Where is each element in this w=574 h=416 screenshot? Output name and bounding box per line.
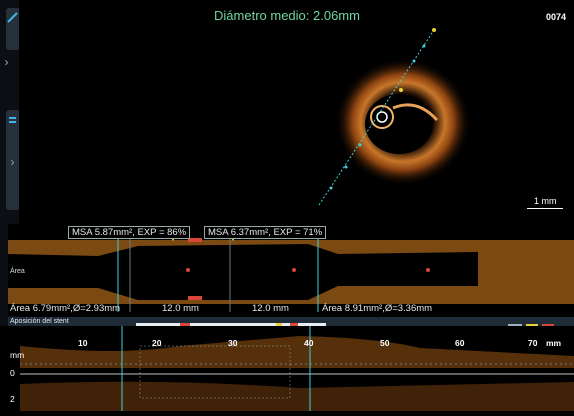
x-tick-10: 10 <box>78 338 88 348</box>
y-tick-0: 0 <box>10 368 15 378</box>
msa-right-label: MSA 6.37mm², EXP = 71% <box>204 226 327 239</box>
apposition-label: Aposición del stent <box>10 318 69 325</box>
cross-section-image <box>318 28 471 206</box>
scale-label: 1 mm <box>534 196 557 206</box>
area-panel-label: Área <box>10 268 25 275</box>
x-tick-70: 70 <box>528 338 538 348</box>
oct-cross-section-view[interactable] <box>19 0 574 224</box>
frame-number: 0074 <box>545 12 566 22</box>
x-axis-unit: mm <box>546 338 562 348</box>
x-tick-60: 60 <box>455 338 465 348</box>
x-tick-40: 40 <box>304 338 314 348</box>
msa-left-label: MSA 5.87mm², EXP = 86% <box>68 226 191 239</box>
length-right-measurement: 12.0 mm <box>252 303 289 314</box>
chevron-right-icon[interactable]: › <box>6 156 19 168</box>
stent-apposition-bar[interactable] <box>8 317 574 328</box>
ref-right-measurement: Área 8.91mm²,Ø=3.36mm <box>322 303 433 314</box>
mean-diameter-title: Diámetro medio: 2.06mm <box>214 8 360 23</box>
length-left-measurement: 12.0 mm <box>162 303 199 314</box>
scale-bar <box>527 208 563 209</box>
x-tick-50: 50 <box>380 338 390 348</box>
profile-unit-label: mm <box>10 350 25 360</box>
y-tick-2: 2 <box>10 394 15 404</box>
ref-left-measurement: Área 6.79mm²,Ø=2.93mm <box>10 303 121 314</box>
chevron-right-icon[interactable]: › <box>0 56 13 68</box>
x-tick-30: 30 <box>228 338 238 348</box>
side-tab-bottom[interactable]: › <box>6 110 19 210</box>
x-tick-20: 20 <box>152 338 162 348</box>
layers-icon <box>9 117 16 123</box>
